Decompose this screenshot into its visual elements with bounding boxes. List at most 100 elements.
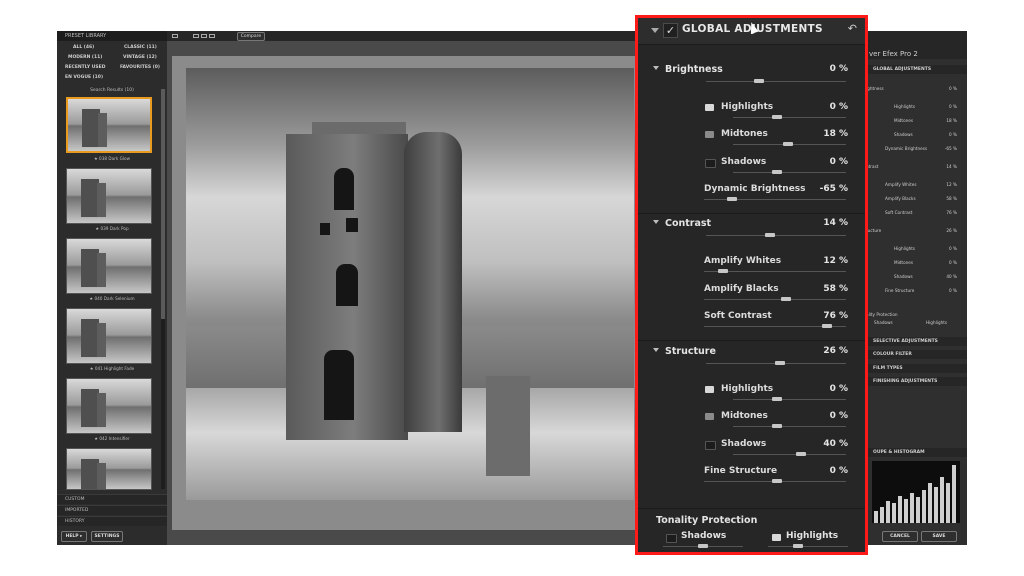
film-types-section[interactable]: FILM TYPES: [866, 364, 967, 373]
category-vintage[interactable]: VINTAGE (12): [123, 55, 157, 60]
split-view-icon[interactable]: [201, 34, 207, 38]
brightness-highlights-knob[interactable]: [772, 115, 782, 119]
structure-highlights-knob[interactable]: [772, 397, 782, 401]
compare-button[interactable]: Compare: [237, 32, 265, 41]
preset-thumbnail[interactable]: [66, 378, 152, 434]
collapse-icon[interactable]: [651, 28, 659, 33]
structure-shadows-value: 40 %: [823, 439, 848, 449]
amplify-blacks-slider[interactable]: [704, 299, 846, 300]
preset-thumbnail[interactable]: [66, 168, 152, 224]
adjustment-row[interactable]: Dynamic Brightness -65 %: [866, 146, 967, 153]
contrast-group[interactable]: Contrast: [653, 218, 711, 229]
category-en-vogue[interactable]: EN VOGUE (10): [65, 75, 103, 80]
adjustment-row[interactable]: ightness 0 %: [866, 86, 967, 93]
tonality-shadows-label: Shadows: [681, 531, 727, 541]
category-classic[interactable]: CLASSIC (11): [124, 45, 157, 50]
structure-slider-knob[interactable]: [775, 361, 785, 365]
shadows-swatch-icon: [705, 441, 716, 450]
preset-thumbnail[interactable]: [66, 97, 152, 153]
contrast-slider-knob[interactable]: [765, 233, 775, 237]
brightness-label: Brightness: [665, 64, 723, 75]
amplify-whites-value: 12 %: [823, 256, 848, 266]
brightness-shadows-slider[interactable]: [733, 172, 846, 173]
adjustment-row[interactable]: ructure 26 %: [866, 228, 967, 235]
preset-thumbnail[interactable]: [66, 308, 152, 364]
category-recently-used[interactable]: RECENTLY USED: [65, 65, 105, 70]
brightness-shadows-knob[interactable]: [772, 170, 782, 174]
adjustment-row[interactable]: Amplify Blacks 58 %: [866, 196, 967, 203]
row-value: 40 %: [946, 274, 957, 279]
structure-group[interactable]: Structure: [653, 346, 716, 357]
soft-contrast-knob[interactable]: [822, 324, 832, 328]
structure-highlights-label: Highlights: [721, 384, 774, 394]
adjustment-row[interactable]: Soft Contrast 76 %: [866, 210, 967, 217]
brightness-highlights-slider[interactable]: [733, 117, 846, 118]
brightness-slider[interactable]: [706, 81, 846, 82]
structure-midtones-label: Midtones: [721, 411, 768, 421]
single-view-icon[interactable]: [193, 34, 199, 38]
fine-structure-knob[interactable]: [772, 479, 782, 483]
adjustment-row[interactable]: Shadows 40 %: [866, 274, 967, 281]
structure-midtones-knob[interactable]: [772, 424, 782, 428]
tonality-shadows-knob[interactable]: [698, 544, 708, 548]
dynamic-brightness-knob[interactable]: [727, 197, 737, 201]
view-mode-icon[interactable]: [172, 34, 178, 38]
save-button[interactable]: SAVE: [921, 531, 957, 542]
adjustment-row[interactable]: Midtones 18 %: [866, 118, 967, 125]
midtones-swatch-icon: [705, 131, 714, 138]
structure-midtones-value: 0 %: [829, 411, 848, 421]
preset-thumbnail[interactable]: [66, 238, 152, 294]
imported-label: IMPORTED: [65, 508, 89, 513]
dynamic-brightness-slider[interactable]: [704, 199, 846, 200]
category-all[interactable]: ALL (46): [73, 45, 94, 50]
tonality-row[interactable]: Shadows Highlights: [866, 320, 967, 327]
highlights-swatch-icon: [772, 534, 781, 541]
structure-shadows-slider[interactable]: [733, 454, 846, 455]
selective-adjustments-section[interactable]: SELECTIVE ADJUSTMENTS: [866, 337, 967, 346]
structure-highlights-slider[interactable]: [733, 399, 846, 400]
structure-midtones-slider[interactable]: [733, 426, 846, 427]
adjustment-row[interactable]: Shadows 0 %: [866, 132, 967, 139]
cancel-button[interactable]: CANCEL: [882, 531, 918, 542]
adjustment-row[interactable]: Fine Structure 0 %: [866, 288, 967, 295]
enable-checkbox[interactable]: ✓: [663, 23, 678, 38]
amplify-blacks-knob[interactable]: [781, 297, 791, 301]
brightness-midtones-knob[interactable]: [783, 142, 793, 146]
contrast-slider[interactable]: [706, 235, 846, 236]
row-value: 0 %: [949, 86, 957, 91]
settings-button[interactable]: SETTINGS: [91, 531, 123, 542]
adjustment-row[interactable]: ntrast 14 %: [866, 164, 967, 171]
loupe-histogram-section[interactable]: OUPE & HISTOGRAM: [866, 448, 967, 457]
adjustment-row[interactable]: Highlights 0 %: [866, 104, 967, 111]
brightness-slider-knob[interactable]: [754, 79, 764, 83]
structure-shadows-knob[interactable]: [796, 452, 806, 456]
preset-thumbnail[interactable]: [66, 448, 152, 490]
row-value: 0 %: [949, 288, 957, 293]
category-modern[interactable]: MODERN (11): [68, 55, 102, 60]
finishing-adjustments-section[interactable]: FINISHING ADJUSTMENTS: [866, 377, 967, 386]
preset-label: ★ 039 Dark Pop: [95, 226, 129, 231]
adjustment-row[interactable]: Highlights 0 %: [866, 246, 967, 253]
row-label: Dynamic Brightness: [885, 146, 928, 151]
custom-section[interactable]: CUSTOM: [57, 494, 167, 504]
global-adjustments-section[interactable]: GLOBAL ADJUSTMENTS: [866, 65, 967, 74]
preview-image[interactable]: [186, 68, 634, 500]
soft-contrast-value: 76 %: [823, 311, 848, 321]
tonality-highlights-knob[interactable]: [793, 544, 803, 548]
history-section[interactable]: HISTORY: [57, 516, 167, 526]
colour-filter-section[interactable]: COLOUR FILTER: [866, 350, 967, 359]
side-by-side-icon[interactable]: [209, 34, 215, 38]
brightness-group[interactable]: Brightness: [653, 64, 723, 75]
tonality-highlights-slider[interactable]: [768, 546, 848, 547]
adjustment-row[interactable]: Amplify Whites 12 %: [866, 182, 967, 189]
preset-library-header[interactable]: PRESET LIBRARY: [57, 31, 167, 41]
category-favourites[interactable]: FAVOURITES (0): [120, 65, 160, 70]
imported-section[interactable]: IMPORTED: [57, 505, 167, 515]
scrollbar-thumb[interactable]: [161, 89, 165, 319]
help-button[interactable]: HELP ▸: [61, 531, 87, 542]
adjustment-row[interactable]: Midtones 0 %: [866, 260, 967, 267]
contrast-label: Contrast: [665, 218, 712, 229]
amplify-whites-knob[interactable]: [718, 269, 728, 273]
preset-scrollbar[interactable]: [161, 89, 165, 489]
reset-icon[interactable]: ↶: [848, 22, 857, 35]
